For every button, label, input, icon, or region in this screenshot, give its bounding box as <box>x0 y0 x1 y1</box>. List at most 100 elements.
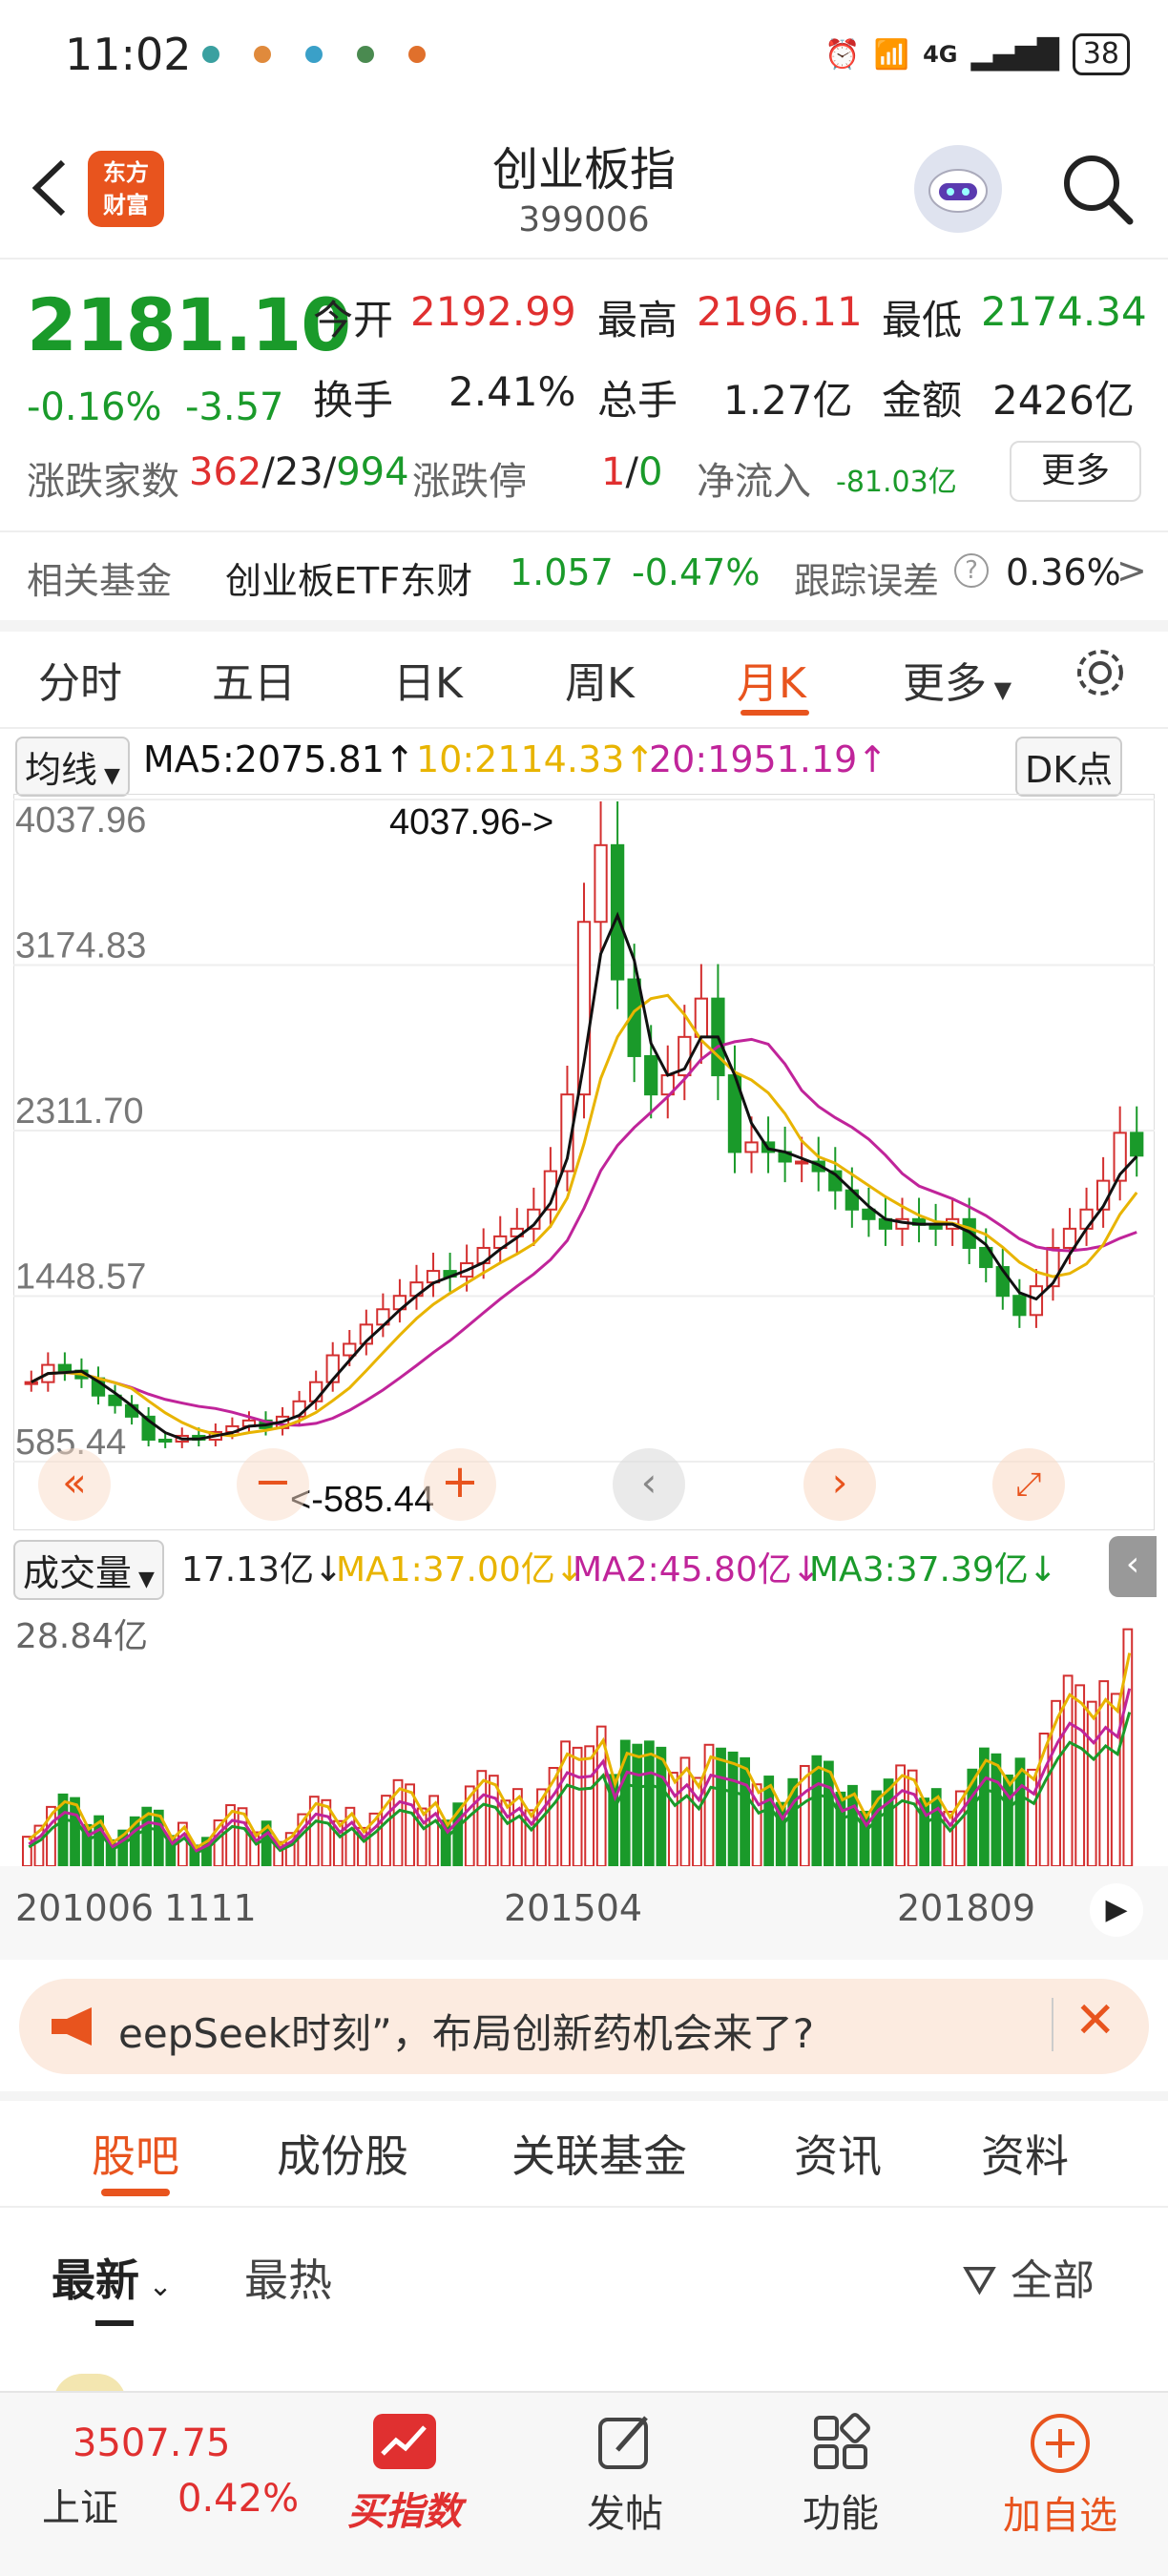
turnover-value: 2.41% <box>448 368 576 415</box>
close-icon[interactable]: ✕ <box>1074 1992 1116 2049</box>
scroll-right-icon[interactable]: › <box>803 1448 876 1521</box>
breadth-values: 362/23/994 <box>189 450 409 494</box>
chevron-right-icon[interactable]: > <box>1116 550 1147 592</box>
filter-icon: ⛛ <box>962 2256 997 2305</box>
volume-ma3: MA3:37.39亿↓ <box>809 1550 1057 1589</box>
candle <box>1012 1295 1027 1317</box>
rewind-icon[interactable]: « <box>38 1448 111 1521</box>
ma-selector[interactable]: 均线 ▼ <box>15 737 130 797</box>
tab-more[interactable]: 更多 ▼ <box>903 649 1012 710</box>
nav-buy-index[interactable]: 买指数 <box>338 2412 471 2536</box>
volume-bar <box>22 1836 32 1866</box>
price-change: -3.57 <box>185 385 284 429</box>
fund-name[interactable]: 创业板ETF东财 <box>225 551 472 604</box>
dk-point-button[interactable]: DK点 <box>1015 737 1123 797</box>
status-time: 11:02 <box>65 29 192 80</box>
candle <box>158 1438 173 1443</box>
x-label: 1111 <box>164 1887 257 1929</box>
related-fund-row[interactable]: 相关基金 创业板ETF东财 1.057 -0.47% 跟踪误差 ? 0.36% … <box>0 534 1168 622</box>
header: 东方 财富 创业板指 399006 <box>0 114 1168 258</box>
nav-add-watchlist[interactable]: 加自选 <box>989 2412 1132 2540</box>
turnover-label: 换手 <box>313 377 394 424</box>
nav-functions[interactable]: 功能 <box>788 2412 893 2538</box>
net-flow-label: 净流入 <box>697 460 811 504</box>
search-icon[interactable] <box>1059 151 1136 227</box>
news-banner[interactable]: eepSeek时刻”，布局创新药机会来了? ✕ <box>19 1979 1149 2074</box>
zoom-in-icon[interactable]: + <box>424 1448 496 1521</box>
tab-five-day[interactable]: 五日 <box>212 649 296 710</box>
scroll-left-icon[interactable]: ‹ <box>613 1448 685 1521</box>
play-icon[interactable]: ▶ <box>1090 1883 1143 1937</box>
sort-latest[interactable]: 最新 ⌄ <box>52 2246 173 2309</box>
help-icon[interactable]: ? <box>954 553 989 588</box>
notification-icon <box>305 46 323 63</box>
candle <box>57 1363 73 1372</box>
volume-bars <box>22 1628 1134 1866</box>
candle <box>744 1141 759 1153</box>
volume-ma1: MA1:37.00亿↓ <box>336 1550 584 1589</box>
tab-profile[interactable]: 资料 <box>981 2122 1069 2185</box>
divider <box>0 727 1168 729</box>
tab-more-label: 更多 <box>903 659 987 708</box>
tab-guba[interactable]: 股吧 <box>92 2122 179 2185</box>
volume-bar <box>727 1751 739 1866</box>
tab-news[interactable]: 资讯 <box>794 2122 882 2185</box>
low-value: 2174.34 <box>981 288 1147 335</box>
tab-week-k[interactable]: 周K <box>565 649 635 710</box>
flat-count: 23 <box>274 450 323 494</box>
sort-hot[interactable]: 最热 <box>244 2246 332 2309</box>
volume-bar <box>632 1743 643 1866</box>
collapse-panel-icon[interactable]: ‹ <box>1109 1536 1157 1597</box>
caret-down-icon: ▼ <box>987 676 1012 703</box>
fund-price: 1.057 <box>510 551 614 593</box>
tracking-error-value: 0.36% <box>1006 551 1121 593</box>
volume-bar <box>991 1753 1002 1866</box>
max-price-marker: 4037.96-> <box>389 802 553 842</box>
caret-down-icon: ▼ <box>97 764 120 788</box>
tab-month-k[interactable]: 月K <box>737 649 806 710</box>
settings-gear-icon[interactable] <box>1073 645 1128 700</box>
tab-related-funds[interactable]: 关联基金 <box>511 2122 687 2185</box>
ma10-value: 10:2114.33↑ <box>416 738 656 780</box>
candle <box>644 1054 658 1096</box>
tab-day-k[interactable]: 日K <box>393 649 463 710</box>
notification-icon <box>408 46 426 63</box>
breadth-label: 涨跌家数 <box>27 460 179 504</box>
nav-post[interactable]: 发帖 <box>573 2412 678 2538</box>
assistant-robot-icon[interactable] <box>914 145 1002 233</box>
zoom-out-icon[interactable]: − <box>237 1448 309 1521</box>
filter-button[interactable]: ⛛ 全部 <box>962 2246 1095 2307</box>
tab-timeshare[interactable]: 分时 <box>38 649 122 710</box>
fund-label: 相关基金 <box>27 560 173 602</box>
candle <box>1130 1132 1144 1157</box>
grid-apps-icon <box>814 2413 870 2469</box>
divider <box>1052 1998 1053 2051</box>
index-price: 3507.75 <box>73 2421 231 2465</box>
nav-add-label: 加自选 <box>1003 2494 1117 2538</box>
volume-selector[interactable]: 成交量 ▼ <box>13 1540 164 1600</box>
ma20-value: 20:1951.19↑ <box>649 738 888 780</box>
x-label: 201809 <box>897 1887 1036 1929</box>
net-flow-value: -81.03亿 <box>836 466 957 499</box>
chevron-down-icon: ⌄ <box>139 2270 173 2303</box>
open-value: 2192.99 <box>410 288 576 335</box>
volume-current: 17.13亿↓ <box>181 1550 344 1589</box>
volume-max-label: 28.84亿 <box>15 1617 149 1656</box>
fund-pct: -0.47% <box>632 551 761 593</box>
caret-down-icon: ▼ <box>132 1568 155 1591</box>
more-button[interactable]: 更多 <box>1010 441 1141 502</box>
kline-chart[interactable]: 4037.963174.832311.701448.57585.444037.9… <box>13 794 1155 1530</box>
volume-chart <box>22 1628 1134 1866</box>
fullscreen-icon[interactable]: ⤢ <box>992 1448 1065 1521</box>
volume-label: 总手 <box>597 377 678 424</box>
x-label: 201504 <box>504 1887 643 1929</box>
y-tick-label: 2311.70 <box>15 1091 144 1132</box>
candle <box>1029 1285 1044 1317</box>
tab-indicator <box>101 2189 170 2196</box>
tab-constituents[interactable]: 成份股 <box>277 2122 408 2185</box>
candle <box>24 1381 38 1385</box>
volume-bar <box>740 1756 751 1866</box>
limit-label: 涨跌停 <box>412 460 527 504</box>
trend-chart-icon <box>373 2414 436 2469</box>
min-price-marker: <-585.44 <box>290 1480 434 1520</box>
